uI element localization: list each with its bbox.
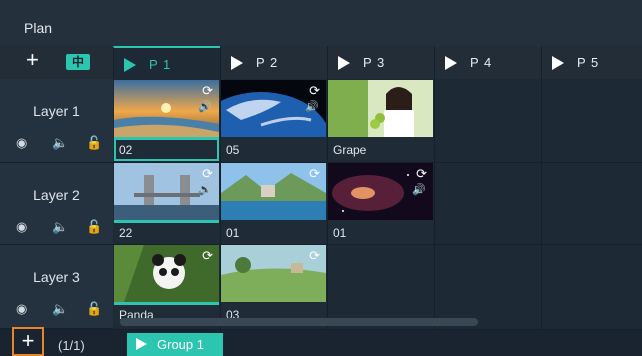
clip-cell[interactable]: ⟳ 🔊 05 <box>221 80 326 161</box>
clip-label: 02 <box>119 143 133 157</box>
loop-icon[interactable]: ⟳ <box>309 166 320 182</box>
clip-label: Grape <box>333 143 367 157</box>
tab-page-1[interactable]: P 1 <box>113 46 220 79</box>
clip-cell[interactable]: ⟳ 🔊 01 <box>328 163 433 244</box>
lock-icon[interactable]: 🔓 <box>86 301 102 317</box>
clip-cell[interactable]: ⟳ Panda <box>114 245 219 326</box>
horizontal-scrollbar[interactable] <box>120 318 478 326</box>
eye-icon[interactable]: ◉ <box>16 301 27 317</box>
add-group-button[interactable]: + <box>12 327 44 356</box>
layer-name: Layer 3 <box>33 269 80 285</box>
group-bar <box>0 329 642 356</box>
loop-icon[interactable]: ⟳ <box>416 166 427 182</box>
speaker-icon[interactable]: 🔈 <box>52 135 68 151</box>
layer-name: Layer 1 <box>33 103 80 119</box>
play-icon[interactable] <box>231 56 243 70</box>
loop-icon[interactable]: ⟳ <box>202 248 213 264</box>
clip-label: 01 <box>333 226 347 240</box>
play-icon[interactable] <box>136 338 147 350</box>
eye-icon[interactable]: ◉ <box>16 219 27 235</box>
clip-cell[interactable]: ⟳ 🔊 22 <box>114 163 219 244</box>
group-label: Group 1 <box>157 337 204 352</box>
eye-icon[interactable]: ◉ <box>16 135 27 151</box>
clip-label: 22 <box>119 226 133 240</box>
panel-title: Plan <box>24 20 53 36</box>
play-icon[interactable] <box>445 56 457 70</box>
lock-icon[interactable]: 🔓 <box>86 135 102 151</box>
layer-row-1[interactable]: Layer 1 ◉ 🔈 🔓 <box>0 79 113 163</box>
layer-row-2[interactable]: Layer 2 ◉ 🔈 🔓 <box>0 163 113 245</box>
loop-icon[interactable]: ⟳ <box>202 83 213 99</box>
tab-page-5[interactable]: P 5 <box>541 46 642 79</box>
grid-divider <box>541 79 542 329</box>
clip-progress-bar <box>114 137 219 140</box>
loop-icon[interactable]: ⟳ <box>202 166 213 182</box>
layer-row-3[interactable]: Layer 3 ◉ 🔈 🔓 <box>0 245 113 329</box>
page-label: P 1 <box>149 57 172 72</box>
tab-page-2[interactable]: P 2 <box>220 46 327 79</box>
play-icon[interactable] <box>338 56 350 70</box>
group-tab[interactable]: Group 1 <box>127 333 223 356</box>
clip-progress-bar <box>114 302 219 305</box>
panel-title-bar <box>0 0 642 46</box>
clip-thumbnail-grape <box>328 80 433 137</box>
split-icon[interactable]: 中 <box>66 54 90 70</box>
page-label: P 5 <box>577 55 600 70</box>
clip-cell[interactable]: ⟳ 🔊 02 <box>114 80 219 161</box>
speaker-icon[interactable]: 🔈 <box>52 219 68 235</box>
add-layer-button[interactable]: + <box>26 49 39 71</box>
lock-icon[interactable]: 🔓 <box>86 219 102 235</box>
page-label: P 4 <box>470 55 493 70</box>
volume-icon[interactable]: 🔊 <box>305 100 319 113</box>
volume-icon[interactable]: 🔊 <box>198 183 212 196</box>
page-indicator: (1/1) <box>58 338 85 353</box>
clip-cell[interactable]: ⟳ 03 <box>221 245 326 326</box>
clip-label: 05 <box>226 143 240 157</box>
clip-progress-bar <box>114 220 219 223</box>
clip-label: 01 <box>226 226 240 240</box>
tab-page-3[interactable]: P 3 <box>327 46 434 79</box>
volume-muted-icon[interactable]: 🔊 <box>198 100 212 113</box>
volume-muted-icon[interactable]: 🔊 <box>412 183 426 196</box>
page-label: P 3 <box>363 55 386 70</box>
loop-icon[interactable]: ⟳ <box>309 83 320 99</box>
clip-cell[interactable]: ⟳ 01 <box>221 163 326 244</box>
loop-icon[interactable]: ⟳ <box>309 248 320 264</box>
page-label: P 2 <box>256 55 279 70</box>
grid-divider <box>434 79 435 329</box>
layer-name: Layer 2 <box>33 187 80 203</box>
play-icon[interactable] <box>124 58 136 72</box>
play-icon[interactable] <box>552 56 564 70</box>
tab-page-4[interactable]: P 4 <box>434 46 541 79</box>
speaker-icon[interactable]: 🔈 <box>52 301 68 317</box>
clip-cell[interactable]: Grape <box>328 80 433 161</box>
